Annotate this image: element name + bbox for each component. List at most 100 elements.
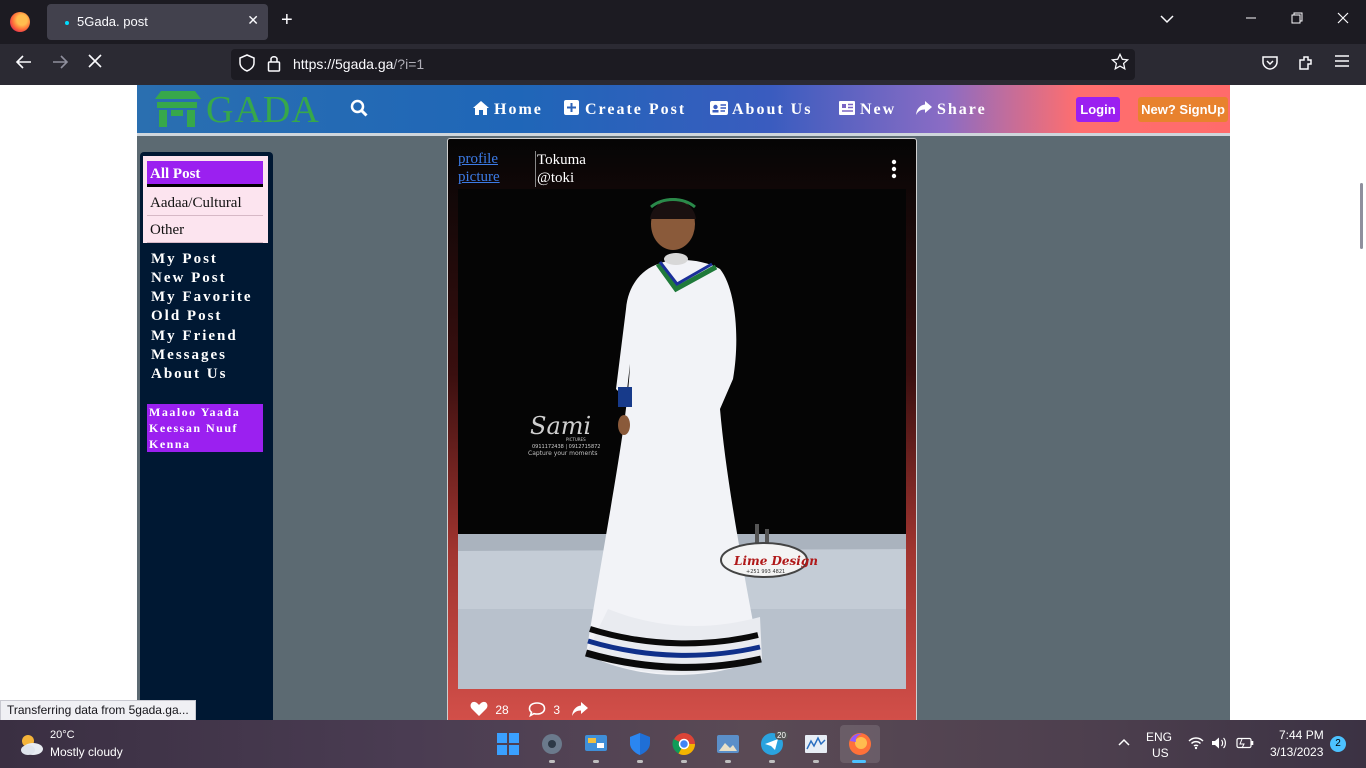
extensions-icon[interactable] xyxy=(1297,54,1315,77)
sidebar-link-old-post[interactable]: Old Post xyxy=(151,308,222,325)
new-tab-icon[interactable]: + xyxy=(281,9,293,32)
nav-share[interactable]: Share xyxy=(915,100,987,119)
page-scrollbar[interactable] xyxy=(1360,183,1363,249)
language-indicator[interactable]: ENG xyxy=(1146,730,1172,744)
comment-count: 3 xyxy=(553,703,561,717)
telegram-unread-badge: 20 xyxy=(775,731,788,740)
photo-watermark: Lime Design xyxy=(733,554,818,568)
running-indicator xyxy=(637,760,643,763)
address-bar[interactable]: https://5gada.ga/?i=1 xyxy=(231,49,1135,80)
pocket-icon[interactable] xyxy=(1261,54,1279,77)
firefox-icon[interactable] xyxy=(10,12,30,32)
lock-icon[interactable] xyxy=(267,54,281,75)
promo-line: Kenna xyxy=(149,437,191,451)
comment-icon[interactable] xyxy=(528,701,546,718)
control-panel-icon[interactable] xyxy=(583,731,609,757)
region-indicator[interactable]: US xyxy=(1152,746,1169,760)
page-viewport: GADA Home Create Post About Us New Share… xyxy=(0,85,1366,720)
close-window-icon[interactable] xyxy=(1337,11,1349,27)
share-post-icon[interactable] xyxy=(571,701,589,717)
minimize-icon[interactable] xyxy=(1245,11,1257,27)
chrome-icon[interactable] xyxy=(671,731,697,757)
partly-cloudy-icon[interactable] xyxy=(18,732,44,756)
profile-picture-alt-text: picture xyxy=(458,169,500,185)
wifi-icon[interactable] xyxy=(1188,736,1204,750)
nav-create-post[interactable]: Create Post xyxy=(563,100,686,119)
category-list: All Post Aadaa/Cultural Other xyxy=(143,156,268,243)
clock-date[interactable]: 3/13/2023 xyxy=(1270,745,1323,759)
weather-temperature[interactable]: 20°C xyxy=(50,729,75,741)
settings-gear-icon[interactable] xyxy=(539,731,565,757)
author-handle: @toki xyxy=(537,170,575,186)
running-indicator xyxy=(813,760,819,763)
browser-status-bar: Transferring data from 5gada.ga... xyxy=(0,700,196,721)
like-heart-icon[interactable] xyxy=(470,701,488,717)
forward-icon[interactable] xyxy=(51,53,69,76)
restore-icon[interactable] xyxy=(1291,11,1303,27)
site-container: GADA Home Create Post About Us New Share… xyxy=(137,85,1230,720)
signup-button[interactable]: New? SignUp xyxy=(1138,97,1228,122)
running-indicator xyxy=(681,760,687,763)
house-logo-icon[interactable] xyxy=(151,89,203,129)
post-actions: 28 3 xyxy=(470,701,589,718)
task-manager-icon[interactable] xyxy=(803,731,829,757)
nav-about-us[interactable]: About Us xyxy=(710,100,812,119)
promo-line: Keessan Nuuf xyxy=(149,421,239,435)
clock-time[interactable]: 7:44 PM xyxy=(1279,728,1324,742)
post-card: profile picture Tokuma @toki Sami PICTUR… xyxy=(447,138,917,720)
more-options-icon[interactable] xyxy=(888,159,900,179)
left-sidebar: All Post Aadaa/Cultural Other My Post Ne… xyxy=(140,152,273,720)
notification-count-badge[interactable]: 2 xyxy=(1330,736,1346,752)
category-other[interactable]: Other xyxy=(147,217,263,243)
login-button[interactable]: Login xyxy=(1076,97,1120,122)
sidebar-link-new-post[interactable]: New Post xyxy=(151,270,227,287)
active-indicator xyxy=(852,760,866,763)
windows-start-icon[interactable] xyxy=(495,731,521,757)
sidebar-link-my-friend[interactable]: My Friend xyxy=(151,328,238,345)
stop-loading-icon[interactable] xyxy=(87,53,103,74)
show-hidden-icons-icon[interactable] xyxy=(1118,738,1130,746)
post-author[interactable]: Tokuma @toki xyxy=(535,151,586,187)
browser-tab-bar: 5Gada. post ✕ + xyxy=(0,0,1366,44)
id-card-icon xyxy=(710,101,728,115)
bookmark-star-icon[interactable] xyxy=(1110,52,1130,76)
weather-description[interactable]: Mostly cloudy xyxy=(50,745,123,759)
like-count: 28 xyxy=(495,703,509,717)
nav-new[interactable]: New xyxy=(838,100,896,119)
sidebar-link-about-us[interactable]: About Us xyxy=(151,366,227,383)
search-icon[interactable] xyxy=(350,99,368,117)
category-cultural[interactable]: Aadaa/Cultural xyxy=(147,190,263,216)
sidebar-link-my-post[interactable]: My Post xyxy=(151,251,218,268)
photos-app-icon[interactable] xyxy=(715,731,741,757)
windows-taskbar: 20°C Mostly cloudy 20 ENG US 7:44 PM 3/1… xyxy=(0,720,1366,768)
share-icon xyxy=(916,101,932,115)
promo-line: Maaloo Yaada xyxy=(149,405,241,419)
browser-tab[interactable]: 5Gada. post ✕ xyxy=(47,4,268,40)
windows-security-icon[interactable] xyxy=(627,731,653,757)
profile-picture-link[interactable]: profile picture xyxy=(458,150,500,186)
loading-dot-icon xyxy=(65,21,69,25)
tab-title: 5Gada. post xyxy=(77,14,148,29)
list-tabs-icon[interactable] xyxy=(1160,11,1174,27)
site-logo-text[interactable]: GADA xyxy=(206,88,320,132)
tracking-protection-icon[interactable] xyxy=(239,54,255,76)
back-icon[interactable] xyxy=(15,53,33,76)
battery-icon[interactable] xyxy=(1236,737,1254,749)
nav-home[interactable]: Home xyxy=(472,100,543,119)
category-all-post[interactable]: All Post xyxy=(147,161,263,187)
url-text: https://5gada.ga/?i=1 xyxy=(293,56,425,72)
browser-nav-bar: https://5gada.ga/?i=1 xyxy=(0,44,1366,85)
feedback-promo-box[interactable]: Maaloo Yaada Keessan Nuuf Kenna xyxy=(147,404,263,452)
photo-watermark: Sami xyxy=(530,412,591,440)
post-photo[interactable]: Sami PICTURES 0911172438 | 0912715872 Ca… xyxy=(458,189,906,689)
running-indicator xyxy=(769,760,775,763)
menu-hamburger-icon[interactable] xyxy=(1334,54,1350,73)
plus-square-icon xyxy=(564,100,579,115)
firefox-taskbar-icon[interactable] xyxy=(847,731,873,757)
photo-watermark: Capture your moments xyxy=(528,450,598,457)
sidebar-link-my-favorite[interactable]: My Favorite xyxy=(151,289,253,306)
site-header: GADA Home Create Post About Us New Share… xyxy=(137,85,1230,136)
volume-icon[interactable] xyxy=(1211,736,1227,750)
sidebar-link-messages[interactable]: Messages xyxy=(151,347,227,364)
close-tab-icon[interactable]: ✕ xyxy=(247,12,259,29)
